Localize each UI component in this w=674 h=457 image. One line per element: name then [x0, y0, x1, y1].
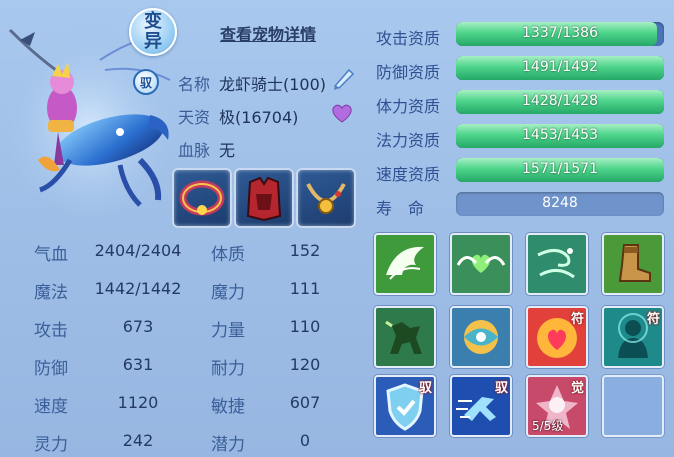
- bracelet-icon: [179, 180, 225, 216]
- quality-value: 1428/1428: [522, 93, 598, 109]
- stat-label: 速度: [34, 397, 68, 417]
- stat-value: 2404/2404: [94, 241, 182, 260]
- boot-icon: [604, 235, 662, 293]
- stat-value: 120: [289, 355, 321, 374]
- equip-slot-necklace[interactable]: [296, 168, 356, 228]
- orb-icon: [452, 308, 510, 366]
- stat-value: 152: [289, 241, 321, 260]
- horse-icon: [376, 308, 434, 366]
- bloodline-value: 无: [219, 141, 236, 160]
- stat-label: 潜力: [211, 435, 245, 455]
- quality-label: 防御资质: [376, 63, 441, 82]
- stat-value: 1120: [117, 393, 159, 412]
- quality-value: 1571/1571: [522, 161, 598, 177]
- wind-icon: [528, 235, 586, 293]
- stat-label: 防御: [34, 359, 68, 379]
- equip-slot-armor[interactable]: [234, 168, 294, 228]
- quality-value: 1491/1492: [522, 59, 598, 75]
- skill-slot[interactable]: [374, 306, 436, 368]
- stat-value: 673: [122, 317, 154, 336]
- aptitude-label: 天资: [178, 108, 211, 127]
- skill-slot[interactable]: [602, 233, 664, 295]
- skill-slot[interactable]: [450, 233, 512, 295]
- quality-value: 1337/1386: [522, 25, 598, 41]
- ride-badge-label: 驭: [139, 75, 152, 90]
- stat-label: 力量: [211, 321, 245, 341]
- stat-label: 灵力: [34, 435, 68, 455]
- variant-badge: 变异: [129, 8, 177, 56]
- stat-label: 体质: [211, 245, 245, 265]
- heart-wings-icon: [452, 235, 510, 293]
- quality-bar: 1337/1386: [456, 22, 664, 46]
- bloodline-label: 血脉: [178, 141, 211, 160]
- heart-icon[interactable]: [330, 102, 354, 128]
- name-value: 龙虾骑士(100): [219, 75, 327, 94]
- skill-tag: 驭: [494, 381, 508, 396]
- quality-label: 体力资质: [376, 97, 441, 116]
- skill-tag: 驭: [418, 381, 432, 396]
- stat-value: 1442/1442: [94, 279, 182, 298]
- stat-value: 242: [122, 431, 154, 450]
- skill-slot[interactable]: [526, 233, 588, 295]
- empty-skill-slot[interactable]: [602, 375, 664, 437]
- stat-label: 魔力: [211, 283, 245, 303]
- quality-bar: 1571/1571: [456, 158, 664, 182]
- skill-tag: 符: [646, 312, 660, 327]
- life-bar: 8248: [456, 192, 664, 216]
- ride-badge: 驭: [133, 69, 159, 95]
- stat-label: 敏捷: [211, 397, 245, 417]
- stat-value: 0: [299, 431, 311, 450]
- armor-icon: [246, 176, 282, 222]
- variant-badge-label: 变异: [144, 11, 162, 52]
- life-value: 8248: [542, 195, 578, 211]
- stat-label: 耐力: [211, 359, 245, 379]
- quality-bar: 1428/1428: [456, 90, 664, 114]
- skill-slot[interactable]: 觉 5/5级: [526, 375, 588, 437]
- skill-slot[interactable]: 符: [526, 306, 588, 368]
- skill-tag: 觉: [570, 381, 584, 396]
- skill-slot[interactable]: 符: [602, 306, 664, 368]
- stat-value: 111: [289, 279, 321, 298]
- necklace-icon: [306, 183, 346, 214]
- quality-label: 攻击资质: [376, 29, 441, 48]
- quality-label: 法力资质: [376, 131, 441, 150]
- skill-slot[interactable]: [374, 233, 436, 295]
- life-label: 寿 命: [376, 199, 425, 218]
- equip-slot-bracelet[interactable]: [172, 168, 232, 228]
- view-pet-detail-link[interactable]: 查看宠物详情: [220, 21, 316, 45]
- skill-slot[interactable]: 驭: [374, 375, 436, 437]
- wing-icon: [376, 235, 434, 293]
- skill-tag: 符: [570, 312, 584, 327]
- aptitude-value: 极(16704): [219, 108, 299, 127]
- pet-detail-panel: 变异 驭 查看宠物详情 名称 龙虾骑士(100) 天资 极(16704) 血脉 …: [0, 0, 674, 457]
- name-label: 名称: [178, 75, 211, 94]
- stat-value: 110: [289, 317, 321, 336]
- quality-bar: 1491/1492: [456, 56, 664, 80]
- skill-level: 5/5级: [532, 419, 564, 433]
- stat-label: 气血: [34, 245, 68, 265]
- quality-bar: 1453/1453: [456, 124, 664, 148]
- stat-value: 607: [289, 393, 321, 412]
- skill-slot[interactable]: [450, 306, 512, 368]
- edit-name-icon[interactable]: [331, 66, 357, 96]
- stat-label: 魔法: [34, 283, 68, 303]
- quality-value: 1453/1453: [522, 127, 598, 143]
- skill-slot[interactable]: 驭: [450, 375, 512, 437]
- stat-value: 631: [122, 355, 154, 374]
- stat-label: 攻击: [34, 321, 68, 341]
- quality-label: 速度资质: [376, 165, 441, 184]
